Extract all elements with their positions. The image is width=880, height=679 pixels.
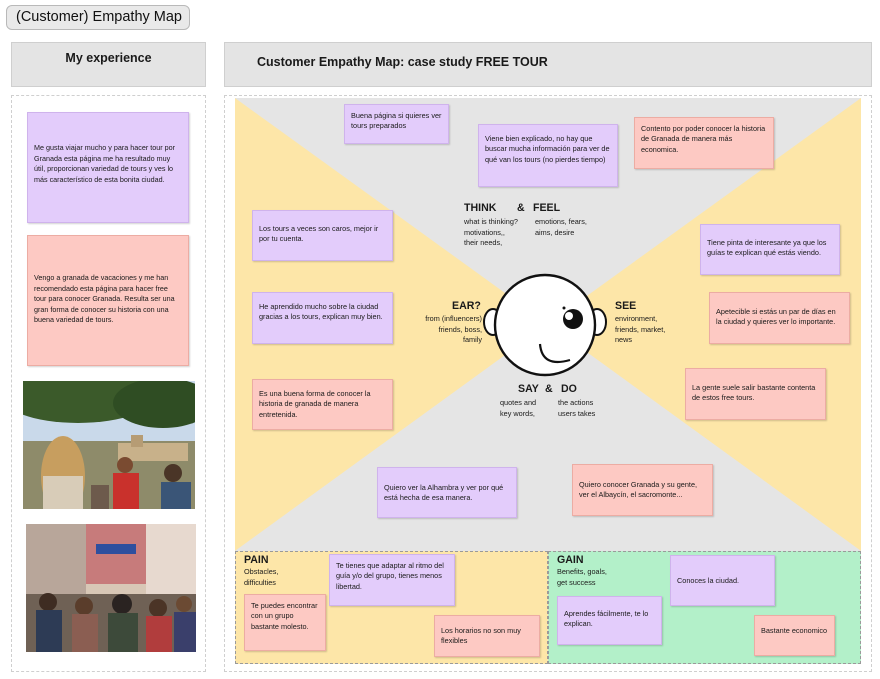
hear-title: EAR? [452,300,481,312]
say-amp: & [545,383,553,395]
hear-note-3[interactable]: Es una buena forma de conocer la histori… [252,379,393,430]
think-note-1[interactable]: Buena página si quieres ver tours prepar… [344,104,449,144]
page-title[interactable]: (Customer) Empathy Map [6,5,190,30]
tour-group-photo-2 [26,524,196,652]
tour-group-photo-1 [23,381,195,509]
feel-note-1[interactable]: Contento por poder conocer la historia d… [634,117,774,169]
experience-note-1[interactable]: Me gusta viajar mucho y para hacer tour … [27,112,189,223]
see-subtitle: environment, friends, market, news [615,314,666,344]
my-experience-header: My experience [11,42,206,87]
gain-note-2[interactable]: Aprendes fácilmente, te lo explican. [557,596,662,645]
say-subtitle: quotes and key words, [500,398,537,418]
feel-subtitle: emotions, fears, aims, desire [535,217,587,237]
pain-note-2[interactable]: Te puedes encontrar con un grupo bastant… [244,594,326,651]
empathy-map-header: Customer Empathy Map: case study FREE TO… [224,42,872,87]
feel-title: FEEL [533,202,561,214]
think-note-2[interactable]: Viene bien explicado, no hay que buscar … [478,124,618,187]
think-title: THINK [464,202,497,214]
say-note-1[interactable]: Quiero ver la Alhambra y ver por qué est… [377,467,517,518]
pain-title: PAIN [244,554,269,566]
do-note-1[interactable]: Quiero conocer Granada y su gente, ver e… [572,464,713,516]
experience-note-2[interactable]: Vengo a granada de vacaciones y me han r… [27,235,189,366]
see-note-1[interactable]: Tiene pinta de interesante ya que los gu… [700,224,840,275]
think-subtitle: what is thinking? motivations,, their ne… [464,217,518,247]
hear-subtitle: from (influencers) friends, boss, family [425,314,482,344]
pain-note-1[interactable]: Te tienes que adaptar al ritmo del guía … [329,554,455,606]
gain-title: GAIN [557,554,584,566]
gain-note-1[interactable]: Conoces la ciudad. [670,555,775,606]
hear-note-2[interactable]: He aprendido mucho sobre la ciudad graci… [252,292,393,344]
see-title: SEE [615,300,637,312]
gain-note-3[interactable]: Bastante economico [754,615,835,656]
gain-subtitle: Benefits, goals, get success [557,567,607,587]
hear-note-1[interactable]: Los tours a veces son caros, mejor ir po… [252,210,393,261]
do-title: DO [561,383,577,395]
head-face-icon [483,273,607,377]
think-amp: & [517,202,525,214]
see-note-2[interactable]: Apetecible si estás un par de días en la… [709,292,850,344]
say-title: SAY [518,383,539,395]
pain-subtitle: Obstacles, difficulties [244,567,279,587]
see-note-3[interactable]: La gente suele salir bastante contenta d… [685,368,826,420]
my-experience-panel: Me gusta viajar mucho y para hacer tour … [11,95,206,672]
pain-note-3[interactable]: Los horarios no son muy flexibles [434,615,540,657]
do-subtitle: the actions users takes [558,398,596,418]
